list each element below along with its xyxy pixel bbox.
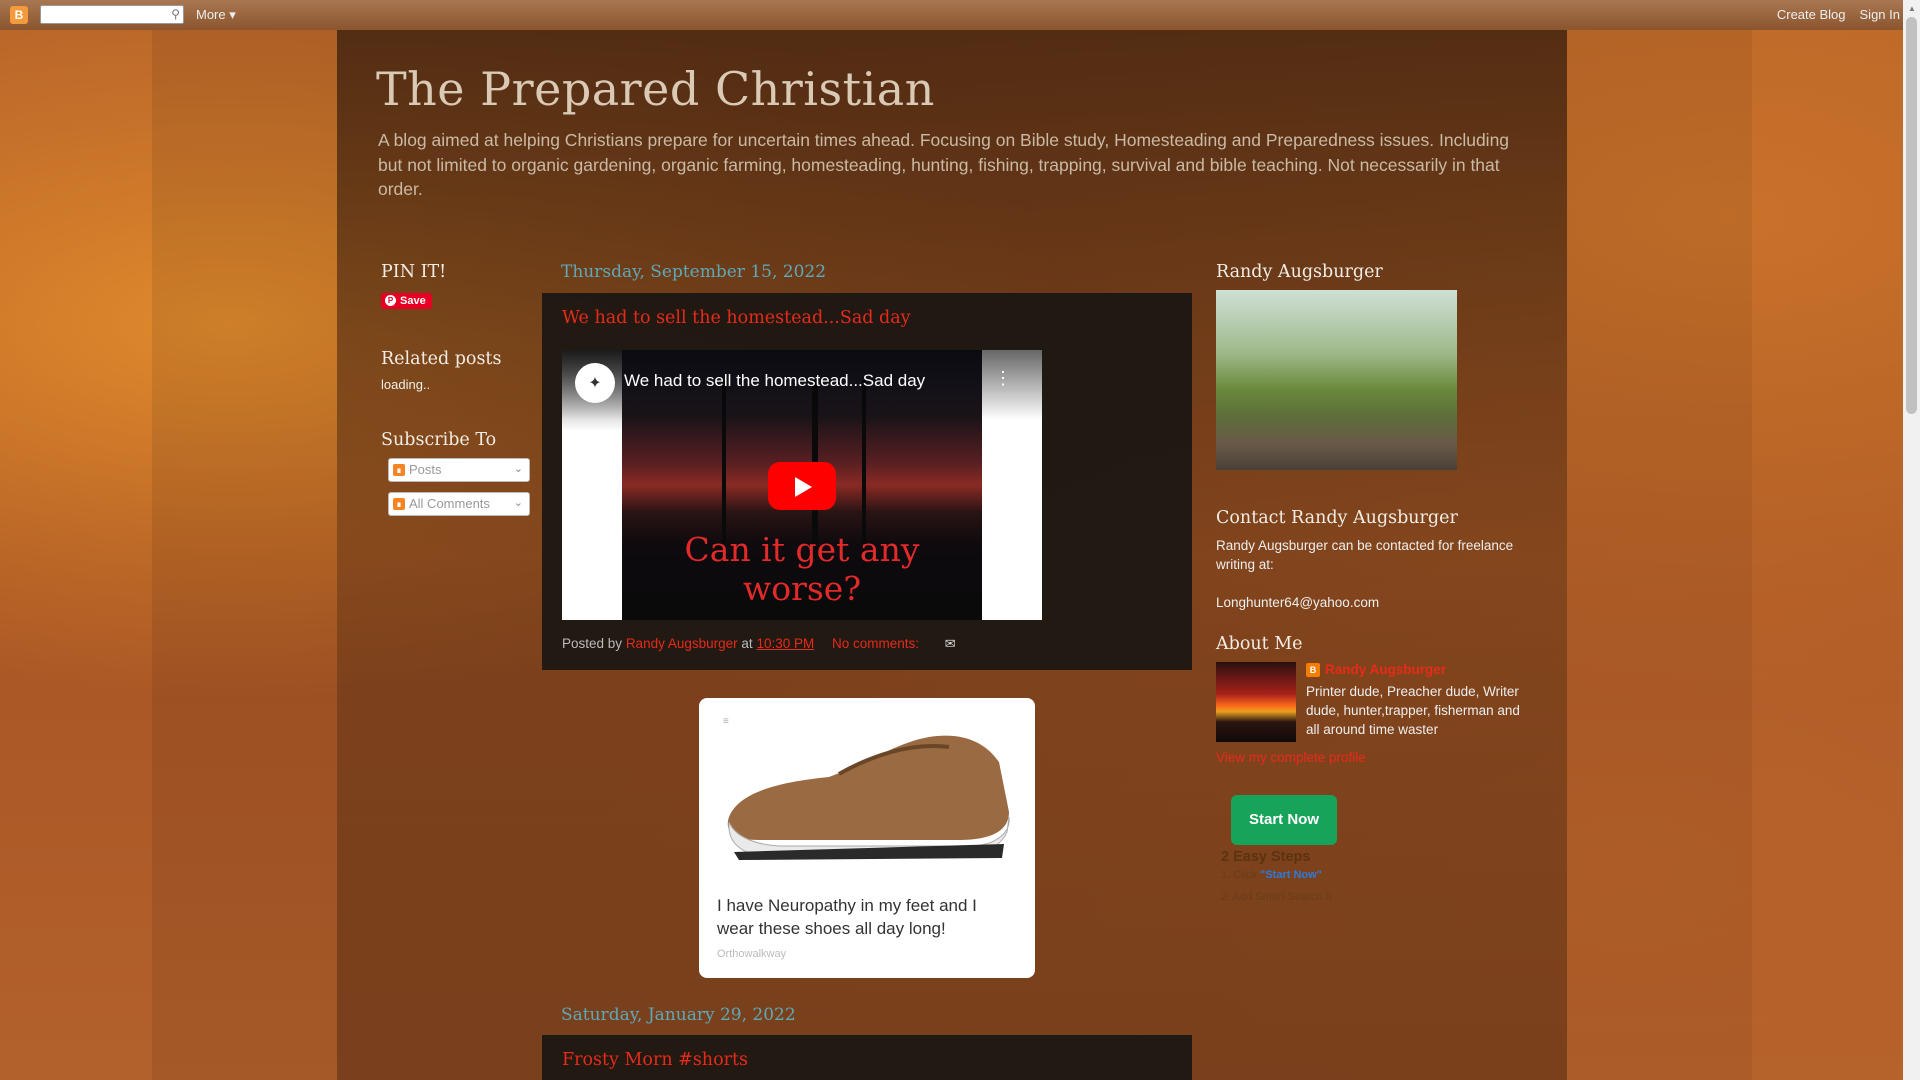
scroll-thumb[interactable] bbox=[1906, 17, 1917, 414]
background-left-strip bbox=[152, 30, 337, 1080]
scroll-up-arrow-icon[interactable]: ▲ bbox=[1908, 4, 1916, 13]
posted-by-label: Posted by bbox=[562, 636, 623, 651]
subscribe-comments-label: All Comments bbox=[409, 496, 490, 511]
about-me-name-link[interactable]: B Randy Augsburger bbox=[1306, 662, 1531, 677]
author-link[interactable]: Randy Augsburger bbox=[626, 636, 738, 651]
more-menu[interactable]: More ▾ bbox=[196, 7, 236, 23]
right-sidebar: Randy Augsburger Contact Randy Augsburge… bbox=[1216, 262, 1536, 903]
post-date: Thursday, September 15, 2022 bbox=[561, 262, 827, 282]
contact-title: Contact Randy Augsburger bbox=[1216, 508, 1458, 528]
post-container: We had to sell the homestead...Sad day ✦… bbox=[542, 293, 1192, 670]
blog-description: A blog aimed at helping Christians prepa… bbox=[378, 130, 1510, 199]
shoe-image bbox=[727, 735, 1010, 860]
blogger-logo-icon[interactable]: B bbox=[10, 6, 28, 24]
profile-photo[interactable] bbox=[1216, 290, 1457, 470]
background-right-strip bbox=[1567, 30, 1752, 1080]
post-date: Saturday, January 29, 2022 bbox=[561, 1005, 796, 1025]
pin-it-title: PIN IT! bbox=[381, 262, 447, 282]
left-sidebar: PIN IT! P Save Related posts loading.. S… bbox=[381, 262, 541, 526]
about-me-name: Randy Augsburger bbox=[1325, 662, 1447, 677]
post-footer: Posted by Randy Augsburger at 10:30 PM N… bbox=[562, 636, 956, 652]
sign-in-link[interactable]: Sign In bbox=[1860, 7, 1900, 22]
related-posts-title: Related posts bbox=[381, 348, 502, 369]
easy-steps-title: 2 Easy Steps bbox=[1221, 849, 1311, 865]
pinterest-icon: P bbox=[385, 295, 396, 306]
rss-icon: ∎ bbox=[393, 463, 405, 476]
contact-email: Longhunter64@yahoo.com bbox=[1216, 595, 1380, 610]
contact-text: Randy Augsburger can be contacted for fr… bbox=[1216, 538, 1514, 572]
navbar-search-input[interactable]: ⚲ bbox=[40, 5, 184, 24]
page-scrollbar[interactable]: ▲ bbox=[1903, 0, 1920, 1080]
video-title[interactable]: We had to sell the homestead...Sad day bbox=[624, 371, 925, 391]
more-options-icon[interactable]: ⋮ bbox=[994, 368, 1012, 389]
ad-text[interactable]: I have Neuropathy in my feet and I wear … bbox=[717, 894, 1017, 940]
channel-avatar-icon[interactable]: ✦ bbox=[575, 363, 615, 403]
blog-title[interactable]: The Prepared Christian bbox=[376, 62, 935, 116]
post-title[interactable]: We had to sell the homestead...Sad day bbox=[562, 308, 911, 328]
related-posts-loading: loading.. bbox=[381, 376, 431, 392]
chevron-down-icon: ⌄ bbox=[513, 462, 523, 475]
blogger-icon: B bbox=[1306, 662, 1320, 677]
blogger-navbar: B ⚲ More ▾ Create Blog Sign In bbox=[0, 0, 1920, 30]
step-one: 1. Click "Start Now" bbox=[1221, 869, 1536, 881]
post-title[interactable]: Frosty Morn #shorts bbox=[562, 1050, 748, 1070]
video-caption: Can it get any worse? bbox=[684, 530, 920, 608]
email-post-icon[interactable]: ✉ bbox=[945, 636, 956, 652]
post-container: Frosty Morn #shorts bbox=[542, 1035, 1192, 1080]
create-blog-link[interactable]: Create Blog bbox=[1777, 7, 1846, 22]
comments-link[interactable]: No comments: bbox=[832, 636, 919, 651]
play-button-icon[interactable] bbox=[768, 462, 836, 510]
start-now-button[interactable]: Start Now bbox=[1231, 795, 1337, 845]
subscribe-posts-label: Posts bbox=[409, 462, 442, 477]
step-one-highlight: "Start Now" bbox=[1260, 869, 1322, 881]
subscribe-title: Subscribe To bbox=[381, 429, 497, 450]
step-one-prefix: 1. Click bbox=[1221, 869, 1258, 881]
view-profile-link[interactable]: View my complete profile bbox=[1216, 750, 1536, 765]
pinterest-save-label: Save bbox=[400, 294, 426, 307]
rss-icon: ∎ bbox=[393, 497, 405, 510]
subscribe-posts-dropdown[interactable]: ∎ Posts ⌄ bbox=[388, 457, 530, 482]
step-two: 2. Add Smart Search b bbox=[1221, 891, 1332, 903]
advertisement-card[interactable]: ≡ I have Neuropathy in my feet and I wea… bbox=[699, 698, 1035, 978]
youtube-video-embed[interactable]: ✦ We had to sell the homestead...Sad day… bbox=[562, 350, 1042, 620]
about-me-description: Printer dude, Preacher dude, Writer dude… bbox=[1306, 684, 1520, 737]
search-icon[interactable]: ⚲ bbox=[171, 7, 180, 21]
about-me-title: About Me bbox=[1216, 634, 1303, 654]
post-timestamp-link[interactable]: 10:30 PM bbox=[756, 636, 814, 651]
pinterest-save-button[interactable]: P Save bbox=[381, 292, 432, 309]
at-label: at bbox=[741, 636, 753, 651]
chevron-down-icon: ⌄ bbox=[513, 496, 523, 509]
ad-brand[interactable]: Orthowalkway bbox=[717, 948, 786, 960]
subscribe-comments-dropdown[interactable]: ∎ All Comments ⌄ bbox=[388, 491, 530, 516]
profile-image-title: Randy Augsburger bbox=[1216, 262, 1383, 282]
about-me-avatar[interactable] bbox=[1216, 662, 1296, 742]
